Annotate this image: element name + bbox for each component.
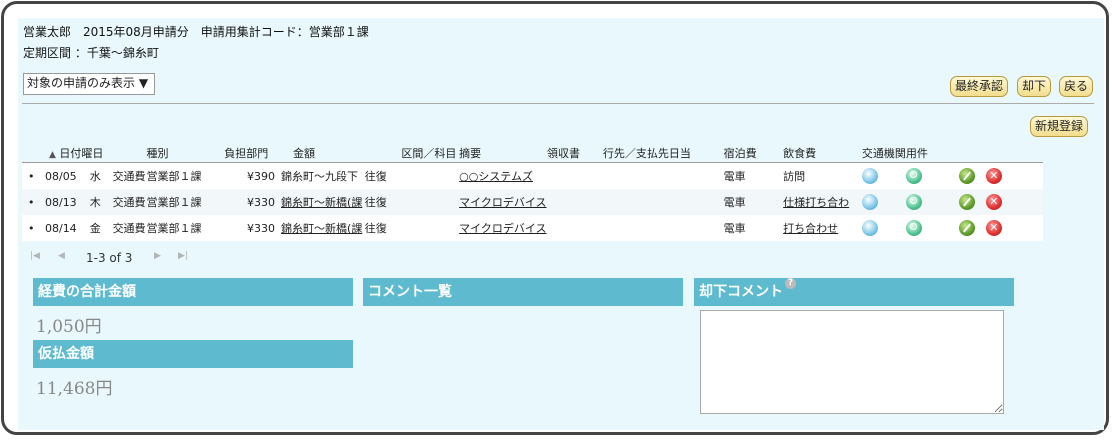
table-row[interactable]: • 08/05 水 交通費 営業部１課 ¥390 錦糸町～九段下 往復 ○○シス… [22,162,1043,189]
reject-comment-label: 却下コメント [699,284,783,300]
next-page-icon[interactable]: ▶ [154,251,161,261]
cell-transport: 電車 [723,215,784,241]
view-icon[interactable] [861,220,878,236]
sort-asc-icon[interactable]: ▲ [45,150,56,160]
view-icon[interactable] [861,194,878,210]
reject-comment-header: 却下コメント? [694,278,1014,306]
expense-table: ▲ 日付曜日 種別 負担部門 金額 区間／科目 摘要 領収書 行先／支払先 日当… [22,144,1043,241]
cell-amount: ¥330 [224,189,282,215]
destination-link[interactable]: マイクロデバイス [459,196,546,209]
edit-icon[interactable] [958,168,975,184]
destination-link[interactable]: ○○システムズ [459,170,533,183]
col-type[interactable]: 種別 [146,144,225,163]
cell-purpose: 訪問 [783,162,862,189]
cell-dept: 営業部１課 [146,189,225,215]
destination-link[interactable]: マイクロデバイス [459,222,546,235]
delete-icon[interactable]: ✕ [985,194,1002,210]
advance-header: 仮払金額 [33,340,353,368]
cell-type: 交通費 [112,215,147,241]
new-entry-button[interactable]: 新規登録 [1030,116,1089,137]
applicant-summary: 営業太郎 2015年08月申請分 申請用集計コード：営業部１課 [23,25,369,39]
pager-text: 1-3 of 3 [86,251,133,265]
col-note[interactable]: 摘要 [459,144,548,163]
delete-icon[interactable]: ✕ [985,168,1002,184]
col-date[interactable]: 日付曜日 [59,147,103,160]
back-button[interactable]: 戻る [1059,76,1094,97]
cell-date: 08/05 [44,162,90,189]
comments-header: コメント一覧 [363,278,683,306]
edit-icon[interactable] [958,220,975,236]
divider [22,103,1094,104]
table-row[interactable]: • 08/14 金 交通費 営業部１課 ¥330 錦糸町～新橋(課 往復 マイク… [22,215,1043,241]
cell-route[interactable]: 錦糸町～新橋(課 [281,189,365,215]
view-icon[interactable] [861,168,878,184]
cell-amount: ¥390 [224,162,282,189]
reject-button[interactable]: 却下 [1017,76,1052,97]
cell-amount: ¥330 [224,215,282,241]
cell-note: 往復 [364,215,402,241]
prev-page-icon[interactable]: ◀ [58,251,65,261]
cell-route[interactable]: 錦糸町～新橋(課 [281,215,365,241]
cell-route: 錦糸町～九段下 [281,162,365,189]
cell-dow: 水 [89,162,113,189]
total-value: 1,050円 [36,317,102,337]
help-icon[interactable]: ? [785,278,796,289]
cell-dow: 木 [89,189,113,215]
total-header: 経費の合計金額 [33,278,353,306]
advance-value: 11,468円 [36,379,113,399]
cell-dept: 営業部１課 [146,215,225,241]
commute-route: 定期区間 ：千葉～錦糸町 [23,46,159,60]
cell-note: 往復 [364,162,402,189]
last-page-icon[interactable]: ▶| [178,251,188,261]
cell-dow: 金 [89,215,113,241]
filter-select[interactable]: 対象の申請のみ表示 ▼ [23,73,156,95]
table-row[interactable]: • 08/13 木 交通費 営業部１課 ¥330 錦糸町～新橋(課 往復 マイク… [22,189,1043,215]
delete-icon[interactable]: ✕ [985,220,1002,236]
reject-comment-input[interactable] [700,310,1004,414]
cell-dept: 営業部１課 [146,162,225,189]
cell-date: 08/14 [44,215,90,241]
col-dept[interactable]: 負担部門 [224,144,282,163]
row-bullet: • [22,189,45,215]
col-route[interactable]: 区間／科目 [401,144,460,163]
cell-type: 交通費 [112,189,147,215]
table-header-row: ▲ 日付曜日 種別 負担部門 金額 区間／科目 摘要 領収書 行先／支払先 日当… [22,144,1043,163]
final-approve-button[interactable]: 最終承認 [950,76,1009,97]
purpose-link[interactable]: 打ち合わせ [783,222,838,235]
row-bullet: • [22,215,45,241]
search-icon[interactable] [905,220,922,236]
col-meals[interactable]: 飲食費 [783,144,862,163]
cell-transport: 電車 [723,162,784,189]
col-destination[interactable]: 行先／支払先 [602,144,669,163]
col-amount[interactable]: 金額 [281,144,365,163]
window-frame: 営業太郎 2015年08月申請分 申請用集計コード：営業部１課 定期区間 ：千葉… [1,1,1109,435]
edit-icon[interactable] [958,194,975,210]
col-lodging[interactable]: 宿泊費 [723,144,784,163]
cell-date: 08/13 [44,189,90,215]
cell-transport: 電車 [723,189,784,215]
cell-type: 交通費 [112,162,147,189]
col-daily[interactable]: 日当 [668,144,724,163]
first-page-icon[interactable]: |◀ [30,251,40,261]
search-icon[interactable] [905,168,922,184]
search-icon[interactable] [905,194,922,210]
purpose-link[interactable]: 仕様打ち合わ [783,196,849,209]
col-receipt[interactable]: 領収書 [547,144,603,163]
col-transport[interactable]: 交通機関 [861,144,906,163]
cell-note: 往復 [364,189,402,215]
row-bullet: • [22,162,45,189]
main-panel: 営業太郎 2015年08月申請分 申請用集計コード：営業部１課 定期区間 ：千葉… [18,18,1104,430]
col-purpose[interactable]: 用件 [905,144,959,163]
